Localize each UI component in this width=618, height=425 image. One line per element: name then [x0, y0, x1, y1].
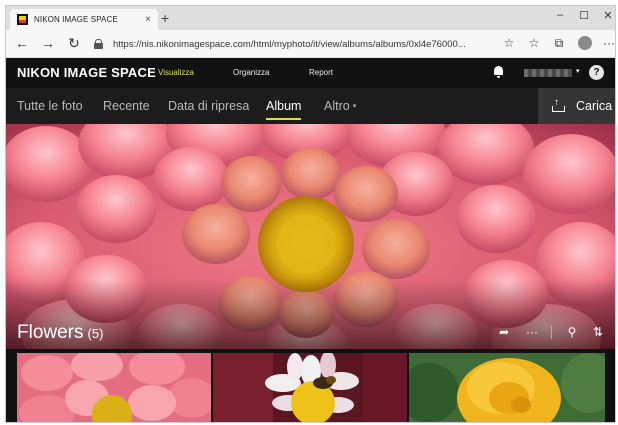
minimize-button[interactable]: –: [550, 9, 570, 21]
nav-report[interactable]: Report: [309, 68, 333, 77]
back-button[interactable]: ←: [13, 35, 31, 51]
forward-button[interactable]: →: [39, 35, 57, 51]
new-tab-button[interactable]: +: [161, 10, 169, 26]
nikon-favicon-icon: [17, 14, 28, 25]
close-window-button[interactable]: ✕: [598, 9, 615, 22]
favorites-icon[interactable]: ☆: [526, 36, 542, 50]
album-cover-image[interactable]: Flowers (5) ➦ ··· ⚲ ⇅: [6, 124, 615, 349]
album-title: Flowers (5): [17, 322, 103, 344]
browser-toolbar: ← → ↻ https://nis.nikonimagespace.com/ht…: [6, 30, 615, 58]
browser-tab[interactable]: NIKON IMAGE SPACE ×: [10, 9, 158, 30]
favorite-star-icon[interactable]: ☆: [501, 36, 517, 50]
thumbnail-dahlia-image: [17, 353, 211, 422]
photo-thumbnail[interactable]: [213, 353, 407, 422]
photo-thumbnail[interactable]: [17, 353, 211, 422]
help-icon[interactable]: ?: [589, 65, 604, 80]
site-logo[interactable]: NIKON IMAGE SPACE: [17, 65, 156, 80]
thumbnail-grid: [6, 349, 615, 422]
subnav-tutte-le-foto[interactable]: Tutte le foto: [17, 99, 83, 113]
url-text: https://nis.nikonimagespace.com/html/myp…: [113, 38, 466, 50]
subnav-recente[interactable]: Recente: [103, 99, 150, 113]
user-name-blurred[interactable]: [524, 69, 572, 77]
sub-navigation: Tutte le foto Recente Data di ripresa Al…: [6, 88, 615, 124]
nav-organizza[interactable]: Organizza: [233, 68, 269, 77]
profile-avatar-icon[interactable]: [578, 36, 592, 50]
subnav-album[interactable]: Album: [266, 99, 302, 120]
notification-bell-icon[interactable]: [493, 65, 504, 79]
subnav-altro-label: Altro: [324, 99, 350, 113]
tab-strip: NIKON IMAGE SPACE × + – ☐ ✕: [6, 6, 615, 30]
location-pin-icon[interactable]: ⚲: [564, 325, 580, 339]
subnav-data-di-ripresa[interactable]: Data di ripresa: [168, 99, 249, 113]
browser-window: NIKON IMAGE SPACE × + – ☐ ✕ ← → ↻ https:…: [5, 5, 616, 423]
address-bar[interactable]: https://nis.nikonimagespace.com/html/myp…: [94, 34, 498, 54]
album-photo-count: (5): [87, 326, 104, 341]
sort-icon[interactable]: ⇅: [590, 325, 606, 339]
share-icon[interactable]: ➦: [496, 325, 512, 339]
user-menu-chevron-icon[interactable]: ▾: [576, 67, 580, 75]
tab-close-icon[interactable]: ×: [145, 14, 151, 25]
upload-button[interactable]: Carica: [538, 88, 615, 124]
album-name: Flowers: [17, 322, 84, 343]
chevron-down-icon: ▾: [352, 103, 357, 110]
browser-menu-icon[interactable]: ···: [601, 36, 615, 50]
site-header: NIKON IMAGE SPACE Visualizza Organizza R…: [6, 58, 615, 88]
action-divider: [551, 325, 552, 339]
tab-title: NIKON IMAGE SPACE: [34, 15, 118, 24]
thumbnail-daisy-bee-image: [213, 353, 407, 422]
reload-button[interactable]: ↻: [65, 35, 83, 51]
lock-icon: [94, 39, 103, 49]
subnav-altro[interactable]: Altro ▾: [324, 99, 356, 113]
upload-label: Carica: [576, 99, 613, 113]
more-options-icon[interactable]: ···: [524, 325, 540, 339]
photo-thumbnail[interactable]: [409, 353, 605, 422]
upload-icon: [552, 97, 565, 112]
nav-visualizza[interactable]: Visualizza: [158, 68, 194, 77]
maximize-button[interactable]: ☐: [574, 9, 594, 22]
thumbnail-yellow-rose-image: [409, 353, 605, 422]
collections-icon[interactable]: ⧉: [551, 36, 567, 50]
